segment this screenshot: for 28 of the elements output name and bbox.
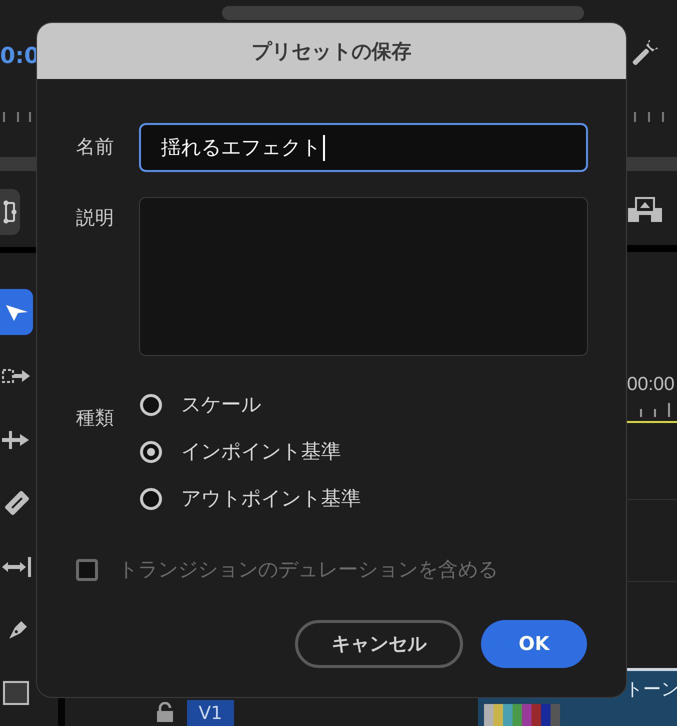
name-field[interactable]: 揺れるエフェクト <box>139 123 588 172</box>
slip-arrows-icon <box>2 554 32 579</box>
option-label[interactable]: インポイント基準 <box>181 438 341 465</box>
field-label: 種類 <box>76 406 115 431</box>
node-path-icon <box>3 198 17 225</box>
panel-separator <box>0 246 36 254</box>
export-frame-icon[interactable] <box>628 196 662 222</box>
option-label[interactable]: アウトポイント基準 <box>181 485 361 512</box>
radio-button[interactable] <box>140 488 162 510</box>
track-label[interactable]: V1 <box>187 700 234 726</box>
lock-icon[interactable] <box>155 702 175 722</box>
field-label: 説明 <box>76 206 115 231</box>
track-select-button[interactable] <box>0 188 20 234</box>
field-label: 名前 <box>76 135 115 160</box>
cancel-button[interactable]: キャンセル <box>295 620 463 668</box>
radio-button[interactable] <box>140 394 162 416</box>
scrollbar[interactable] <box>222 6 584 20</box>
rectangle-icon <box>2 681 30 708</box>
ok-button[interactable]: OK <box>481 620 587 668</box>
timecode: 00:00 <box>627 373 676 397</box>
dialog-title: プリセットの保存 <box>37 23 626 79</box>
panel-separator <box>627 245 677 252</box>
radio-button[interactable] <box>140 440 162 462</box>
option-label[interactable]: スケール <box>181 391 261 418</box>
split-arrow-icon <box>2 428 32 450</box>
description-field[interactable] <box>139 197 588 356</box>
clip-title: トーン <box>625 678 677 701</box>
tool-button[interactable] <box>0 289 33 336</box>
